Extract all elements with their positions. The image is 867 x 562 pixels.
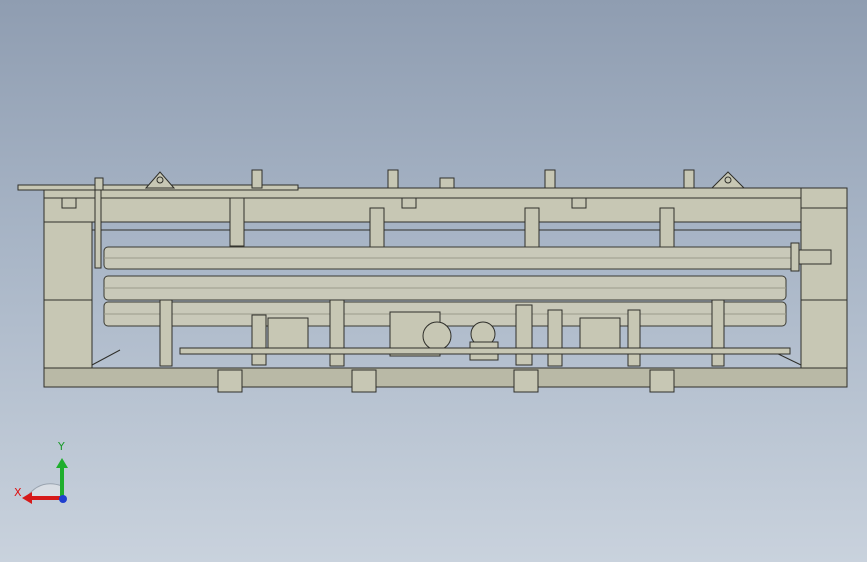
axis-triad-icon: [22, 458, 68, 504]
coordinate-triad: Y X: [10, 440, 80, 510]
right-end-frame: [800, 187, 848, 388]
upper-beam: [43, 197, 802, 223]
y-axis-label: Y: [58, 440, 65, 453]
pump-skid-model[interactable]: [0, 0, 867, 562]
pipe-headers: [103, 246, 795, 327]
cad-viewport[interactable]: Y X: [0, 0, 867, 562]
x-axis-label: X: [14, 486, 22, 499]
base-rail: [43, 367, 848, 388]
left-end-frame: [43, 193, 93, 388]
